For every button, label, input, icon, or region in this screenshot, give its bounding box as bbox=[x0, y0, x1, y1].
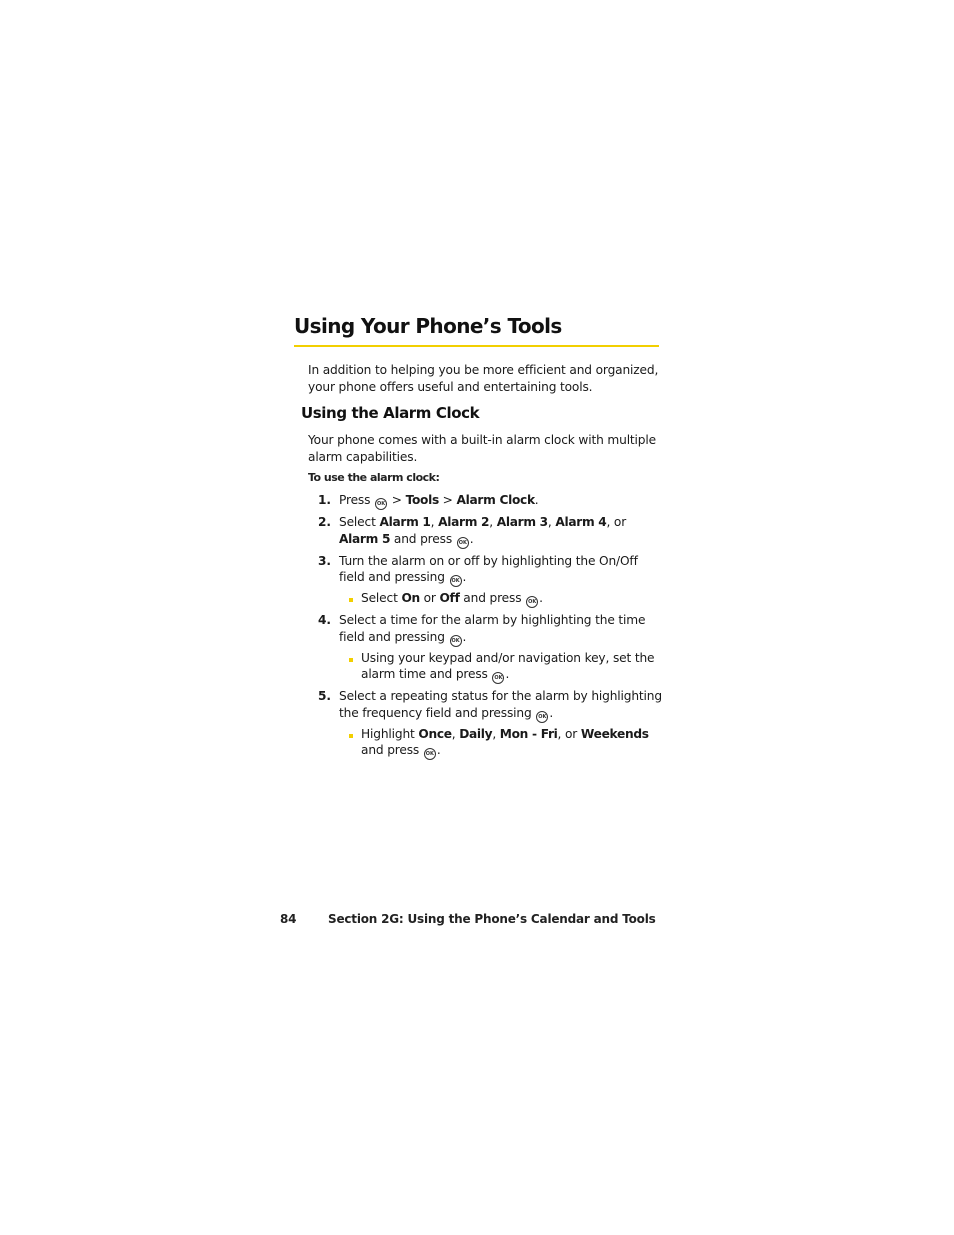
option-once: Once bbox=[418, 726, 452, 741]
step-text: . bbox=[534, 493, 539, 507]
sub-bullets: Select On or Off and press OK. bbox=[339, 590, 663, 608]
ok-key-icon: OK bbox=[375, 498, 388, 510]
step-text: Select bbox=[339, 515, 380, 529]
step-text: , bbox=[489, 515, 497, 529]
option-alarm-4: Alarm 4 bbox=[555, 515, 607, 529]
step-4: 4. Select a time for the alarm by highli… bbox=[318, 612, 663, 684]
step-text: , bbox=[430, 515, 439, 529]
ok-key-icon: OK bbox=[449, 634, 462, 647]
step-text: Select a repeating status for the alarm … bbox=[339, 689, 662, 720]
option-weekends: Weekends bbox=[580, 726, 649, 741]
step-text: . bbox=[462, 570, 467, 584]
step-text: > bbox=[438, 493, 457, 507]
option-alarm-2: Alarm 2 bbox=[438, 515, 490, 529]
step-2: 2. Select Alarm 1, Alarm 2, Alarm 3, Ala… bbox=[318, 514, 663, 549]
step-number: 1. bbox=[318, 493, 331, 507]
step-text: . bbox=[549, 705, 554, 720]
procedure-label: To use the alarm clock: bbox=[308, 471, 440, 484]
bullet-item: Highlight Once, Daily, Mon - Fri, or Wee… bbox=[339, 726, 663, 760]
bullet-item: Using your keypad and/or navigation key,… bbox=[339, 650, 663, 684]
menu-alarm-clock: Alarm Clock bbox=[456, 493, 535, 507]
section-heading: Using the Alarm Clock bbox=[301, 404, 480, 422]
option-alarm-3: Alarm 3 bbox=[496, 515, 548, 529]
steps-list: 1. Press OK > Tools > Alarm Clock. 2. Se… bbox=[318, 492, 663, 764]
step-number: 5. bbox=[318, 689, 331, 703]
step-text: Press bbox=[339, 493, 371, 507]
option-alarm-1: Alarm 1 bbox=[379, 515, 431, 529]
ok-key-icon: OK bbox=[492, 672, 505, 684]
bullet-text: , or bbox=[557, 726, 581, 741]
option-off: Off bbox=[439, 591, 460, 605]
intro-paragraph: In addition to helping you be more effic… bbox=[308, 363, 659, 394]
ok-key-icon: OK bbox=[423, 748, 436, 760]
step-number: 2. bbox=[318, 515, 331, 529]
bullet-square-icon bbox=[349, 733, 353, 738]
option-mon-fri: Mon - Fri bbox=[499, 726, 558, 741]
bullet-text: . bbox=[539, 591, 543, 605]
bullet-square-icon bbox=[349, 598, 353, 602]
step-text: Select a time for the alarm by highlight… bbox=[339, 613, 646, 644]
step-text: > bbox=[388, 493, 406, 507]
step-text: and press bbox=[390, 531, 456, 546]
bullet-text: Select bbox=[361, 591, 402, 605]
step-text: . bbox=[462, 629, 467, 644]
ok-key-icon: OK bbox=[449, 575, 462, 587]
sub-bullets: Using your keypad and/or navigation key,… bbox=[339, 650, 663, 684]
bullet-square-icon bbox=[349, 657, 353, 662]
title-underline bbox=[294, 345, 659, 347]
option-alarm-5: Alarm 5 bbox=[339, 531, 391, 546]
bullet-text: , bbox=[492, 726, 500, 741]
step-5: 5. Select a repeating status for the ala… bbox=[318, 688, 663, 760]
step-text: , or bbox=[606, 515, 627, 529]
page-title: Using Your Phone’s Tools bbox=[294, 314, 562, 338]
ok-key-icon: OK bbox=[526, 596, 539, 608]
section-intro: Your phone comes with a built-in alarm c… bbox=[308, 433, 656, 464]
bullet-text: Highlight bbox=[361, 726, 419, 741]
step-3: 3. Turn the alarm on or off by highlight… bbox=[318, 553, 663, 608]
step-text: Turn the alarm on or off by highlighting… bbox=[339, 553, 638, 585]
option-daily: Daily bbox=[459, 726, 493, 741]
menu-tools: Tools bbox=[405, 493, 440, 507]
bullet-text: and press bbox=[459, 591, 526, 605]
bullet-text: . bbox=[505, 667, 510, 681]
ok-key-icon: OK bbox=[536, 710, 549, 723]
step-1: 1. Press OK > Tools > Alarm Clock. bbox=[318, 492, 663, 510]
ok-key-icon: OK bbox=[456, 536, 469, 549]
bullet-item: Select On or Off and press OK. bbox=[339, 590, 663, 608]
step-number: 4. bbox=[318, 613, 331, 627]
bullet-text: . bbox=[436, 743, 441, 757]
section-title: Section 2G: Using the Phone’s Calendar a… bbox=[328, 912, 656, 926]
page-number: 84 bbox=[280, 912, 297, 926]
bullet-text: or bbox=[419, 591, 440, 605]
step-text: . bbox=[469, 531, 474, 546]
step-number: 3. bbox=[318, 553, 331, 568]
option-on: On bbox=[401, 591, 420, 605]
bullet-text: and press bbox=[361, 743, 423, 757]
sub-bullets: Highlight Once, Daily, Mon - Fri, or Wee… bbox=[339, 726, 663, 760]
